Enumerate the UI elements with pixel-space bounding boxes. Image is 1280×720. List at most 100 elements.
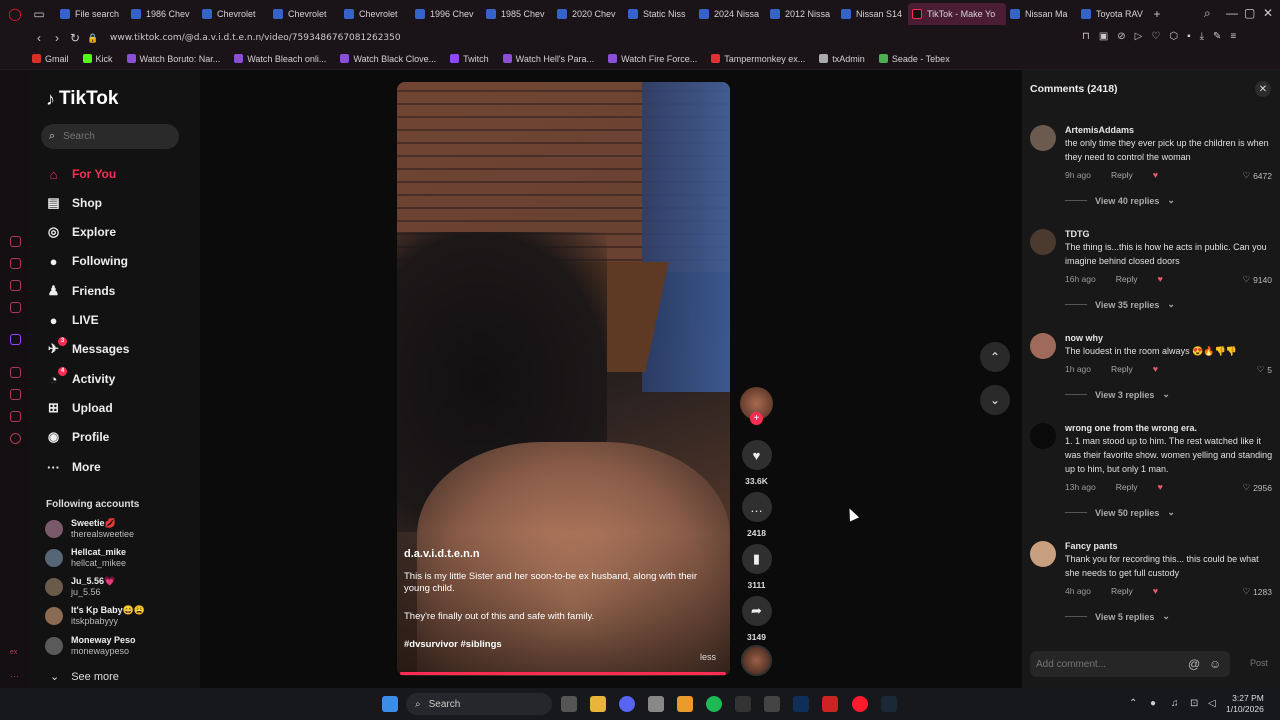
sidebar-app-icon[interactable]: ex xyxy=(10,649,21,660)
maximize-icon[interactable]: ▢ xyxy=(1244,6,1255,20)
follow-plus-icon[interactable]: + xyxy=(750,412,763,425)
browser-tab[interactable]: 1996 Chev xyxy=(411,3,482,25)
previous-video-button[interactable]: ⌃ xyxy=(980,342,1010,372)
browser-tab[interactable]: 2020 Chev xyxy=(553,3,624,25)
reply-button[interactable]: Reply xyxy=(1116,274,1138,284)
view-replies-button[interactable]: View 40 replies ⌄ xyxy=(1065,195,1175,206)
browser-tab[interactable]: Chevrolet xyxy=(340,3,411,25)
post-button[interactable]: Post xyxy=(1250,658,1268,668)
comment-username[interactable]: ArtemisAddams xyxy=(1065,125,1134,135)
browser-tab[interactable]: 1985 Chev xyxy=(482,3,553,25)
sidebar-app-icon[interactable] xyxy=(10,302,21,313)
comment-icon[interactable]: … xyxy=(741,492,772,522)
bookmark-item[interactable]: Watch Fire Force... xyxy=(608,54,697,64)
sidebar-app-icon[interactable] xyxy=(10,411,21,422)
clock[interactable]: 3:27 PM 1/10/2026 xyxy=(1226,693,1264,715)
discord-icon[interactable] xyxy=(619,696,635,712)
extensions-icon[interactable]: ⬡ xyxy=(1169,31,1178,42)
sidebar-app-icon[interactable] xyxy=(10,367,21,378)
bookmark-item[interactable]: Twitch xyxy=(450,54,489,64)
reply-button[interactable]: Reply xyxy=(1116,482,1138,492)
following-account[interactable]: Ju_5.56💗 ju_5.56 xyxy=(45,576,115,598)
comment-like[interactable]: ♡ 6472 xyxy=(1242,170,1272,181)
commenter-avatar[interactable] xyxy=(1030,229,1056,255)
commenter-avatar[interactable] xyxy=(1030,333,1056,359)
search-box[interactable]: ⌕ xyxy=(41,124,179,149)
browser-tab[interactable]: 2024 Nissa xyxy=(695,3,766,25)
view-replies-button[interactable]: View 3 replies ⌄ xyxy=(1065,389,1170,400)
twitch-icon[interactable] xyxy=(10,334,21,345)
nav-more[interactable]: ··· More xyxy=(46,456,101,478)
comment-like[interactable]: ♡ 5 xyxy=(1257,364,1272,375)
profile-avatar-icon[interactable]: ▪ xyxy=(1187,31,1191,42)
bookmark-item[interactable]: Kick xyxy=(82,54,113,64)
search-tabs-icon[interactable]: ⌕ xyxy=(1204,6,1211,21)
view-replies-button[interactable]: View 35 replies ⌄ xyxy=(1065,299,1175,310)
url-field[interactable]: www.tiktok.com/@d.a.v.i.d.t.e.n.n/video/… xyxy=(110,33,401,43)
share-action[interactable]: ➦ 3149 xyxy=(740,596,773,642)
video-author[interactable]: d.a.v.i.d.t.e.n.n xyxy=(404,548,480,560)
search-input[interactable] xyxy=(63,131,164,142)
nav-explore[interactable]: ◎ Explore xyxy=(46,221,116,243)
tab-menu-icon[interactable]: ▭ xyxy=(30,5,48,23)
sidebar-more-icon[interactable]: ··· xyxy=(10,671,21,682)
volume-icon[interactable]: ◁ xyxy=(1208,698,1216,709)
nav-profile[interactable]: ◉ Profile xyxy=(46,426,110,448)
ai-icon[interactable]: ✎ xyxy=(1213,31,1221,42)
app-icon[interactable] xyxy=(822,696,838,712)
close-icon[interactable]: ✕ xyxy=(1255,81,1271,97)
browser-tab[interactable]: Static Niss xyxy=(624,3,695,25)
following-account[interactable]: Sweetie💋 therealsweetiee xyxy=(45,518,134,540)
bookmark-item[interactable]: Watch Hell's Para... xyxy=(502,54,594,64)
close-window-icon[interactable]: ✕ xyxy=(1263,6,1273,20)
tray-app-icon[interactable]: ● xyxy=(1150,698,1156,709)
save-action[interactable]: ▮ 3111 xyxy=(740,544,773,590)
new-tab-icon[interactable]: + xyxy=(1148,5,1166,23)
comment-username[interactable]: TDTG xyxy=(1065,229,1090,239)
tray-chevron-icon[interactable]: ⌃ xyxy=(1129,698,1137,709)
bookmark-item[interactable]: Gmail xyxy=(32,54,69,64)
less-link[interactable]: less xyxy=(700,652,716,662)
app-icon[interactable] xyxy=(735,696,751,712)
network-icon[interactable]: ⊡ xyxy=(1190,698,1198,709)
reload-icon[interactable]: ↻ xyxy=(66,31,84,45)
app-icon[interactable] xyxy=(677,696,693,712)
reply-button[interactable]: Reply xyxy=(1111,364,1133,374)
screenshot-icon[interactable]: ▣ xyxy=(1099,31,1108,42)
video-hashtags[interactable]: #dvsurvivor #siblings xyxy=(404,639,502,650)
settings-icon[interactable] xyxy=(10,433,21,444)
nav-friends[interactable]: ♟ Friends xyxy=(46,280,116,302)
comment-input[interactable] xyxy=(1036,658,1186,670)
bookmark-item[interactable]: Seade - Tebex xyxy=(878,54,950,64)
sidebar-app-icon[interactable] xyxy=(10,258,21,269)
bookmark-item[interactable]: Tampermonkey ex... xyxy=(711,54,805,64)
browser-tab[interactable]: 1986 Chev xyxy=(127,3,198,25)
nav-activity[interactable]: ◔ 4 Activity xyxy=(46,366,115,390)
nav-live[interactable]: ● LIVE xyxy=(46,309,99,331)
bookmark-item[interactable]: Watch Bleach onli... xyxy=(234,54,326,64)
forward-icon[interactable]: › xyxy=(48,31,66,45)
following-account[interactable]: Hellcat_mike hellcat_mikee xyxy=(45,547,126,569)
browser-tab[interactable]: Nissan Ma xyxy=(1006,3,1077,25)
commenter-avatar[interactable] xyxy=(1030,423,1056,449)
comment-username[interactable]: wrong one from the wrong era. xyxy=(1065,423,1197,433)
photoshop-icon[interactable] xyxy=(793,696,809,712)
comment-like[interactable]: ♡ 2956 xyxy=(1242,482,1272,493)
microphone-icon[interactable]: ♫ xyxy=(1171,698,1179,709)
task-view-icon[interactable] xyxy=(561,696,577,712)
browser-tab[interactable]: TikTok - Make Yo xyxy=(908,3,1006,25)
nav-upload[interactable]: ⊞ Upload xyxy=(46,397,113,419)
view-replies-button[interactable]: View 50 replies ⌄ xyxy=(1065,507,1175,518)
comment-like[interactable]: ♡ 9140 xyxy=(1242,274,1272,285)
spotify-icon[interactable] xyxy=(706,696,722,712)
view-replies-button[interactable]: View 5 replies ⌄ xyxy=(1065,611,1170,622)
sidebar-app-icon[interactable] xyxy=(10,280,21,291)
back-icon[interactable]: ‹ xyxy=(30,31,48,45)
comment-like[interactable]: ♡ 1283 xyxy=(1242,586,1272,597)
browser-tab[interactable]: File search xyxy=(56,3,127,25)
download-icon[interactable]: ⤓ xyxy=(1200,31,1204,42)
bookmark-item[interactable]: Watch Boruto: Nar... xyxy=(126,54,220,64)
nav-following[interactable]: ● Following xyxy=(46,250,128,272)
commenter-avatar[interactable] xyxy=(1030,541,1056,567)
browser-tab[interactable]: 2012 Nissa xyxy=(766,3,837,25)
